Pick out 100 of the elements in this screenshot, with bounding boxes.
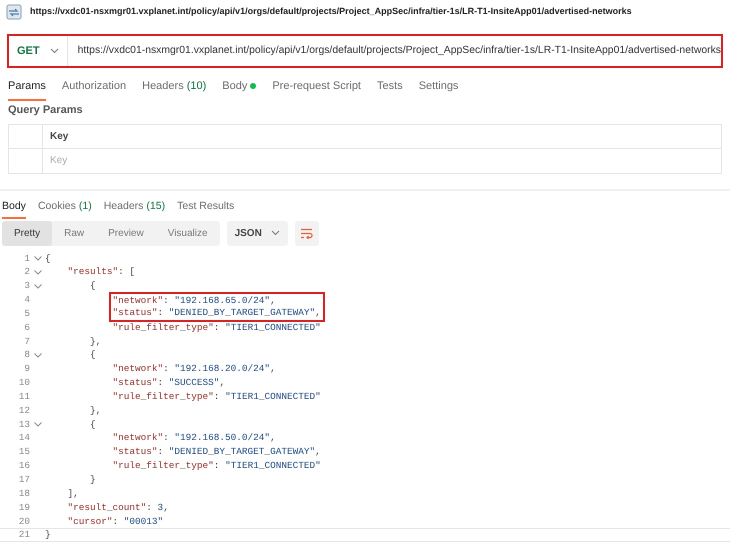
json-punctuation: , [270,295,276,306]
line-number: 10 [18,376,30,390]
request-title: https://vxdc01-nsxmgr01.vxplanet.int/policy/api/v1/orgs/default/projects/Project_AppSec/infra/tier-1s/LR-T1-InsiteApp01/advertised-networks [30,5,632,18]
json-value: "192.168.65.0/24" [174,295,270,306]
line-number: 19 [18,500,30,515]
request-tab[interactable]: Pre-request Script [272,78,361,100]
response-tab[interactable]: Headers (15) [104,198,166,220]
url-field[interactable]: https://vxdc01-nsxmgr01.vxplanet.int/policy/api/v1/orgs/default/projects/Project_AppSec/infra/tier-1s/LR-T1-InsiteApp01/advertised-networks [68,43,721,59]
fold-chevron-icon[interactable] [34,352,42,358]
line-number: 18 [18,486,30,501]
view-mode-tab[interactable]: Preview [96,220,156,246]
json-punctuation: , [315,306,321,318]
http-request-icon [6,4,22,20]
request-tab[interactable]: Body [222,78,256,100]
fold-chevron-icon[interactable] [34,256,42,261]
json-punctuation: } [45,528,51,542]
row-handle-cell [8,124,43,148]
chevron-down-icon [270,230,280,236]
response-tab[interactable]: Test Results [177,198,234,220]
json-value: "DENIED_BY_TARGET_GATEWAY" [168,306,316,318]
line-number: 5 [23,306,30,321]
json-value: "192.168.50.0/24" [174,431,270,446]
json-punctuation: , [270,431,276,446]
json-punctuation: { [90,348,96,362]
request-tab[interactable]: Params [8,78,46,100]
json-key: "result_count" [68,500,146,515]
line-number: 4 [23,293,30,307]
section-title: Query Params [7,103,84,118]
json-punctuation: : [214,390,220,404]
line-number: 11 [18,390,30,404]
column-header: Key [43,124,722,148]
json-key: "network" [112,431,164,446]
json-punctuation: : [158,306,164,318]
json-key: "status" [112,306,158,318]
json-punctuation: { [45,252,51,266]
chevron-down-icon [50,48,59,54]
json-value: "DENIED_BY_TARGET_GATEWAY" [168,445,316,460]
json-punctuation: : [158,445,164,460]
line-number: 20 [18,514,30,528]
json-punctuation: : [163,431,170,446]
line-number: 6 [23,320,30,335]
line-number: 21 [18,528,30,542]
fold-chevron-icon[interactable] [34,270,42,275]
json-punctuation: }, [90,334,102,348]
json-punctuation: , [315,445,321,460]
view-mode-tab[interactable]: Raw [52,220,96,246]
line-number: 9 [23,362,30,376]
request-tab[interactable]: Settings [418,78,458,100]
json-punctuation: , [163,500,169,515]
json-key: "cursor" [68,514,113,528]
json-punctuation: : [163,295,170,306]
fold-chevron-icon[interactable] [34,284,42,289]
json-punctuation: ], [68,486,79,501]
json-value: "TIER1_CONNECTED" [225,320,321,335]
json-punctuation: : [214,320,220,335]
json-punctuation: : [214,459,220,473]
line-number: 17 [18,473,30,487]
json-punctuation: : [158,376,164,390]
line-number: 3 [23,279,30,294]
view-mode-tab[interactable]: Pretty [2,220,52,246]
json-punctuation: : [163,362,170,376]
json-key: "rule_filter_type" [112,320,214,335]
json-key: "rule_filter_type" [112,459,214,473]
json-key: "results" [68,265,118,280]
request-tab[interactable]: Headers (10) [142,78,206,100]
response-tab[interactable]: Cookies (1) [38,198,92,220]
json-punctuation: , [219,376,226,390]
row-handle-cell [8,148,43,174]
json-key: "status" [112,445,158,460]
json-punctuation: { [90,279,96,294]
line-number: 16 [18,459,30,473]
json-key: "network" [112,295,164,306]
json-value: "SUCCESS" [168,376,220,390]
json-value: "TIER1_CONNECTED" [225,390,321,404]
line-number: 7 [23,334,30,348]
wrap-lines-icon[interactable] [294,220,319,246]
view-mode-tab[interactable]: Visualize [156,220,220,246]
json-punctuation: { [90,418,96,432]
json-key: "rule_filter_type" [112,390,214,404]
line-number: 14 [18,431,30,446]
method-dropdown[interactable]: GET [9,36,68,66]
key-input-field[interactable]: Key [43,148,722,174]
request-tab[interactable]: Authorization [62,78,126,100]
line-number: 13 [18,418,30,432]
fold-chevron-icon[interactable] [34,422,42,428]
json-punctuation: : [ [118,265,136,280]
json-punctuation: : [112,514,120,528]
request-tab[interactable]: Tests [377,78,403,100]
json-key: "network" [112,362,164,376]
json-punctuation: } [90,473,96,487]
line-number: 12 [18,404,30,418]
format-dropdown[interactable]: JSON [226,220,288,246]
json-punctuation: : [146,500,153,515]
response-tab[interactable]: Body [2,198,26,220]
json-value: "00013" [124,514,164,528]
line-number: 8 [23,348,30,362]
json-punctuation: , [270,362,276,376]
json-punctuation: }, [90,404,102,418]
line-number: 1 [23,252,30,266]
json-value: "192.168.20.0/24" [174,362,270,376]
